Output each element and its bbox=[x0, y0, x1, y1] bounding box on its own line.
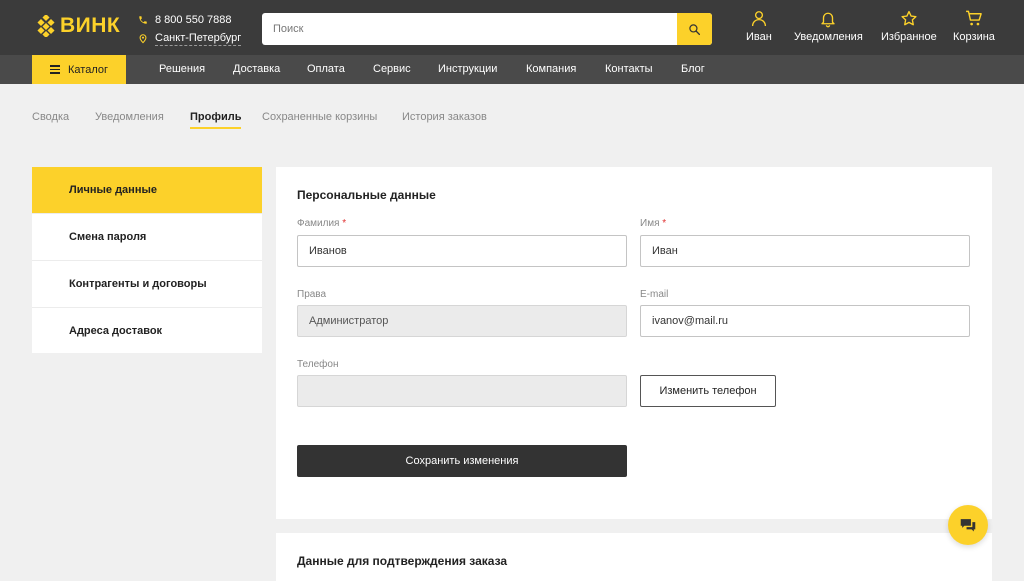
main-nav: Каталог Решения Доставка Оплата Сервис И… bbox=[0, 55, 1024, 84]
nav-link-blog[interactable]: Блог bbox=[681, 55, 705, 84]
rights-value: Администратор bbox=[309, 315, 389, 327]
header-favorites-label: Избранное bbox=[881, 31, 937, 43]
surname-field[interactable]: Иванов bbox=[297, 235, 627, 267]
surname-label-text: Фамилия bbox=[297, 218, 340, 229]
menu-burger-icon bbox=[50, 64, 60, 75]
side-item-label: Контрагенты и договоры bbox=[69, 277, 207, 290]
save-changes-label: Сохранить изменения bbox=[405, 455, 519, 467]
header-cart-label: Корзина bbox=[953, 31, 995, 43]
nav-link-solutions[interactable]: Решения bbox=[159, 55, 205, 84]
email-field[interactable]: ivanov@mail.ru bbox=[640, 305, 970, 337]
tab-profile[interactable]: Профиль bbox=[190, 111, 242, 129]
email-label: E-mail bbox=[640, 289, 669, 300]
surname-value: Иванов bbox=[309, 245, 347, 257]
side-item-label: Личные данные bbox=[69, 184, 157, 196]
logo[interactable]: ВИНК bbox=[36, 14, 120, 38]
side-item-label: Адреса доставок bbox=[69, 324, 163, 337]
tab-notifications[interactable]: Уведомления bbox=[95, 111, 164, 123]
name-label: Имя * bbox=[640, 218, 666, 229]
nav-link-delivery[interactable]: Доставка bbox=[233, 55, 280, 84]
tab-saved-carts[interactable]: Сохраненные корзины bbox=[262, 111, 377, 123]
cart-icon bbox=[966, 10, 982, 26]
logo-diamond-icon bbox=[37, 15, 55, 37]
header-cart[interactable]: Корзина bbox=[953, 9, 995, 43]
name-required-mark: * bbox=[662, 218, 667, 229]
name-label-text: Имя bbox=[640, 218, 660, 229]
bell-icon bbox=[821, 12, 836, 28]
catalog-label: Каталог bbox=[68, 63, 108, 76]
header-favorites[interactable]: Избранное bbox=[881, 9, 937, 43]
rights-field: Администратор bbox=[297, 305, 627, 337]
city-selector[interactable]: Санкт-Петербург bbox=[155, 32, 242, 46]
email-value: ivanov@mail.ru bbox=[652, 315, 728, 327]
name-field[interactable]: Иван bbox=[640, 235, 970, 267]
header: ВИНК 8 800 550 7888 Санкт-Петербург Иван… bbox=[0, 0, 1024, 55]
rights-label: Права bbox=[297, 289, 327, 300]
search-icon bbox=[689, 23, 701, 35]
side-item-change-password[interactable]: Смена пароля bbox=[32, 213, 262, 259]
search-input[interactable] bbox=[262, 13, 672, 45]
name-value: Иван bbox=[652, 245, 678, 257]
profile-side-menu: Личные данные Смена пароля Контрагенты и… bbox=[32, 167, 262, 353]
chat-icon bbox=[960, 519, 976, 532]
catalog-button[interactable]: Каталог bbox=[32, 55, 126, 84]
phone-field bbox=[297, 375, 627, 407]
phone-number[interactable]: 8 800 550 7888 bbox=[155, 14, 231, 26]
tab-order-history[interactable]: История заказов bbox=[402, 111, 487, 123]
header-user[interactable]: Иван bbox=[746, 9, 772, 43]
nav-link-contacts[interactable]: Контакты bbox=[605, 55, 653, 84]
chat-button[interactable] bbox=[948, 505, 988, 545]
personal-data-card: Персональные данные Фамилия * Иванов Имя… bbox=[276, 167, 992, 519]
side-item-delivery-addresses[interactable]: Адреса доставок bbox=[32, 307, 262, 353]
contact-block: 8 800 550 7888 Санкт-Петербург bbox=[138, 11, 242, 47]
header-notifications-label: Уведомления bbox=[794, 31, 863, 43]
form-title: Персональные данные bbox=[297, 188, 436, 202]
search-button[interactable] bbox=[677, 13, 712, 45]
nav-link-instructions[interactable]: Инструкции bbox=[438, 55, 497, 84]
confirm-section-title: Данные для подтверждения заказа bbox=[297, 554, 508, 568]
user-icon bbox=[751, 11, 766, 27]
search-bar bbox=[262, 13, 712, 45]
side-item-personal-data[interactable]: Личные данные bbox=[32, 167, 262, 213]
nav-link-company[interactable]: Компания bbox=[526, 55, 576, 84]
surname-label: Фамилия * bbox=[297, 218, 346, 229]
phone-icon bbox=[139, 15, 147, 24]
order-confirmation-card: Данные для подтверждения заказа bbox=[276, 533, 992, 581]
save-changes-button[interactable]: Сохранить изменения bbox=[297, 445, 627, 477]
tab-summary[interactable]: Сводка bbox=[32, 111, 69, 123]
phone-label: Телефон bbox=[297, 359, 339, 370]
nav-link-service[interactable]: Сервис bbox=[373, 55, 411, 84]
star-icon bbox=[901, 10, 917, 26]
side-item-counterparties[interactable]: Контрагенты и договоры bbox=[32, 260, 262, 306]
change-phone-button[interactable]: Изменить телефон bbox=[640, 375, 776, 407]
header-user-label: Иван bbox=[746, 31, 772, 43]
location-pin-icon bbox=[139, 34, 147, 44]
surname-required-mark: * bbox=[342, 218, 347, 229]
change-phone-label: Изменить телефон bbox=[659, 385, 757, 397]
side-item-label: Смена пароля bbox=[69, 230, 147, 243]
header-notifications[interactable]: Уведомления bbox=[794, 9, 863, 43]
logo-text: ВИНК bbox=[60, 14, 121, 37]
nav-link-payment[interactable]: Оплата bbox=[307, 55, 345, 84]
